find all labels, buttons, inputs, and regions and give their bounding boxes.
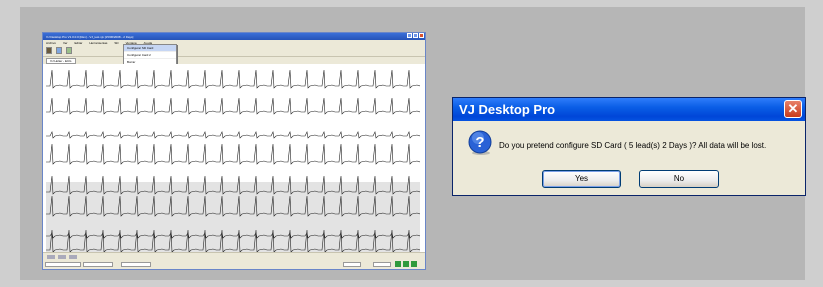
app-title-bar: VJ Desktop Pro V1.0.0.0 [Rev] - VJ_test.… (43, 33, 425, 40)
dialog-title: VJ Desktop Pro (459, 102, 556, 117)
scroll-icon[interactable] (58, 255, 66, 259)
ecg-lead-trace (46, 69, 420, 89)
menu-item[interactable]: Archivo (46, 41, 56, 45)
app-title: VJ Desktop Pro V1.0.0.0 [Rev] - VJ_test.… (46, 34, 134, 39)
print-icon[interactable] (66, 47, 72, 54)
status-led-icon (395, 261, 401, 267)
app-statusbar (43, 252, 425, 269)
ecg-lead-trace (46, 195, 420, 217)
confirm-dialog: VJ Desktop Pro ✕ ? Do you pretend config… (452, 97, 806, 196)
ecg-traces (46, 69, 420, 253)
menu-item[interactable]: Editar (75, 41, 83, 45)
ecg-lead-trace (46, 131, 420, 139)
save-icon[interactable] (56, 47, 62, 54)
grid-icon[interactable] (69, 255, 77, 259)
menu-item[interactable]: Herramientas (89, 41, 107, 45)
app-window: VJ Desktop Pro V1.0.0.0 [Rev] - VJ_test.… (42, 32, 426, 270)
tab-ecg[interactable]: VJ Holter - ECG (46, 57, 76, 64)
ecg-lead-trace (46, 143, 420, 165)
minimize-icon[interactable] (407, 33, 412, 38)
app-toolbar (43, 45, 425, 57)
status-field-mid (83, 262, 113, 267)
ecg-viewer[interactable] (46, 64, 420, 254)
ecg-lead-trace (46, 97, 420, 115)
dropdown-item[interactable]: Configurar SD Card (124, 45, 176, 52)
folder-icon[interactable] (46, 47, 52, 54)
zoom-icon[interactable] (47, 255, 55, 259)
app-tabs: VJ Holter - ECG (43, 57, 425, 64)
question-icon: ? (468, 130, 492, 155)
status-led-icon (403, 261, 409, 267)
menu-item[interactable]: Ver (63, 41, 68, 45)
close-icon[interactable] (419, 33, 424, 38)
ecg-lead-trace (46, 175, 420, 195)
dialog-title-bar[interactable]: VJ Desktop Pro ✕ (453, 98, 805, 121)
maximize-icon[interactable] (413, 33, 418, 38)
app-window-controls (407, 33, 424, 38)
status-field-r1 (343, 262, 361, 267)
status-field-left (45, 262, 81, 267)
dialog-message: Do you pretend configure SD Card ( 5 lea… (499, 141, 767, 150)
menu-item[interactable]: SD (114, 41, 118, 45)
svg-text:?: ? (475, 134, 484, 151)
status-icons (47, 255, 77, 259)
status-field-r2 (373, 262, 391, 267)
no-button[interactable]: No (639, 170, 719, 188)
yes-button[interactable]: Yes (542, 170, 621, 188)
close-icon[interactable]: ✕ (784, 100, 802, 118)
status-field-zoom (121, 262, 151, 267)
status-led-icon (411, 261, 417, 267)
ecg-lead-trace (46, 229, 420, 253)
sd-menu-dropdown: Configurar SD Card Configurar Card 2 Bor… (123, 44, 177, 73)
dropdown-item[interactable]: Configurar Card 2 (124, 52, 176, 59)
